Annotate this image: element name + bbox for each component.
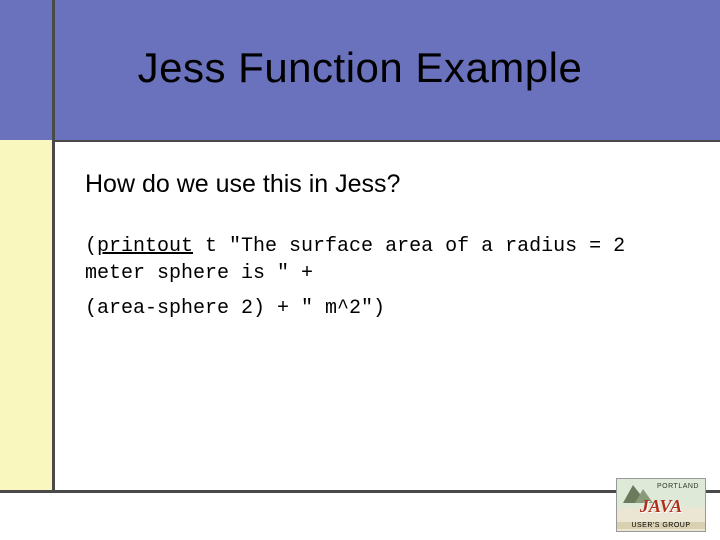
- question-text: How do we use this in Jess?: [85, 170, 685, 199]
- logo-subtitle: USER'S GROUP: [617, 522, 705, 529]
- portland-java-users-group-logo: PORTLAND JAVA USER'S GROUP: [616, 478, 706, 532]
- logo-brand: JAVA: [617, 496, 705, 517]
- slide-content: How do we use this in Jess? (printout t …: [85, 170, 685, 322]
- left-accent-strip: [0, 140, 52, 490]
- horizontal-rule-under-header: [52, 140, 720, 142]
- slide-title: Jess Function Example: [0, 44, 720, 92]
- horizontal-rule-bottom: [0, 490, 720, 493]
- code-block: (printout t "The surface area of a radiu…: [85, 233, 685, 322]
- slide: Jess Function Example How do we use this…: [0, 0, 720, 540]
- logo-top-label: PORTLAND: [657, 483, 699, 490]
- code-line-2: (area-sphere 2) + " m^2"): [85, 295, 685, 322]
- code-keyword: printout: [97, 235, 193, 258]
